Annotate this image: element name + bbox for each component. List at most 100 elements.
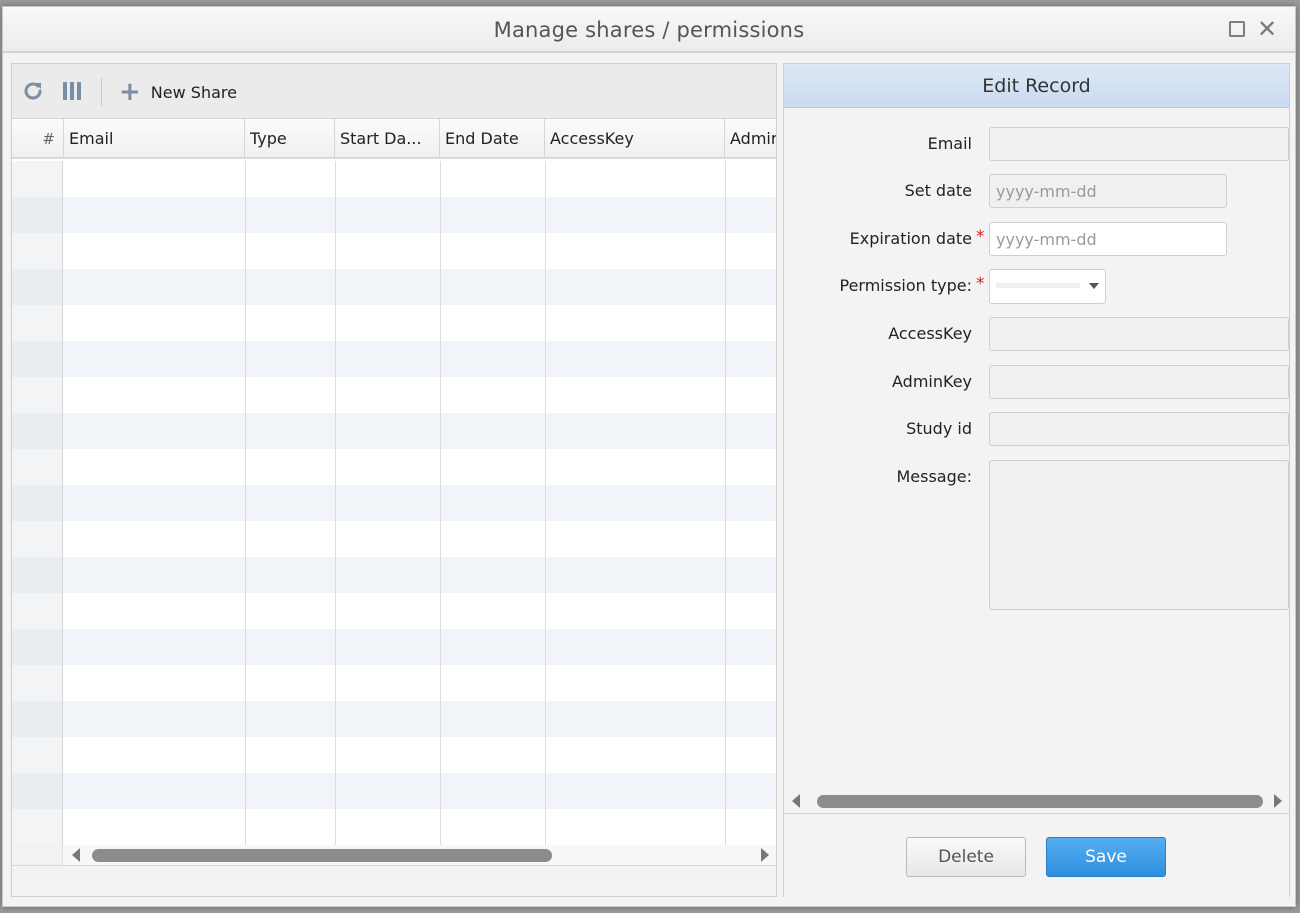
row-number-cell xyxy=(12,341,63,377)
row-number-cell xyxy=(12,269,63,305)
row-number-cell xyxy=(12,809,63,845)
table-row[interactable] xyxy=(12,485,776,521)
table-row[interactable] xyxy=(12,449,776,485)
table-row[interactable] xyxy=(12,521,776,557)
message-textarea[interactable] xyxy=(989,460,1289,610)
dialog-titlebar: Manage shares / permissions ✕ xyxy=(3,7,1295,53)
expiration-date-field[interactable]: yyyy-mm-dd xyxy=(989,222,1227,256)
column-header-email[interactable]: Email xyxy=(64,119,245,159)
row-number-cell xyxy=(12,773,63,809)
table-row[interactable] xyxy=(12,809,776,845)
column-divider xyxy=(725,161,726,845)
scroll-right-arrow-icon[interactable] xyxy=(761,848,769,862)
study-id-field[interactable] xyxy=(989,412,1289,446)
row-number-cell xyxy=(12,737,63,773)
column-divider xyxy=(245,161,246,845)
shares-grid: + New Share # Email Type Start Da... End… xyxy=(11,63,777,897)
column-divider xyxy=(545,161,546,845)
table-row[interactable] xyxy=(12,305,776,341)
table-row[interactable] xyxy=(12,629,776,665)
set-date-label: Set date xyxy=(904,181,972,200)
refresh-button[interactable] xyxy=(20,78,46,104)
adminkey-label: AdminKey xyxy=(892,372,972,391)
row-number-cell xyxy=(12,485,63,521)
toolbar-separator xyxy=(101,78,102,106)
column-header-start-date[interactable]: Start Da... xyxy=(335,119,440,159)
column-divider xyxy=(440,161,441,845)
column-header-type[interactable]: Type xyxy=(245,119,335,159)
row-number-cell xyxy=(12,593,63,629)
table-row[interactable] xyxy=(12,557,776,593)
maximize-button[interactable] xyxy=(1227,19,1247,39)
edit-panel-footer: Delete Save xyxy=(784,813,1289,898)
new-share-button[interactable]: + New Share xyxy=(119,78,237,106)
grid-toolbar: + New Share xyxy=(12,64,776,119)
edit-panel-title: Edit Record xyxy=(784,64,1289,108)
table-row[interactable] xyxy=(12,665,776,701)
table-row[interactable] xyxy=(12,773,776,809)
row-number-cell xyxy=(12,233,63,269)
scrollbar-thumb[interactable] xyxy=(92,849,552,862)
required-marker: * xyxy=(976,274,985,294)
permission-type-select[interactable] xyxy=(989,269,1106,304)
row-number-cell xyxy=(12,413,63,449)
edit-horizontal-scrollbar[interactable] xyxy=(784,790,1289,812)
accesskey-field[interactable] xyxy=(989,317,1289,351)
study-id-label: Study id xyxy=(906,419,972,438)
column-divider xyxy=(335,161,336,845)
plus-icon: + xyxy=(119,77,141,107)
grid-horizontal-scrollbar[interactable] xyxy=(12,845,776,865)
column-header-end-date[interactable]: End Date xyxy=(440,119,545,159)
refresh-icon xyxy=(24,82,42,100)
table-row[interactable] xyxy=(12,413,776,449)
table-row[interactable] xyxy=(12,593,776,629)
message-label: Message: xyxy=(896,467,972,486)
table-row[interactable] xyxy=(12,737,776,773)
grid-body xyxy=(12,161,776,845)
edit-record-panel: Edit Record Email Set date yyyy-mm-dd Ex… xyxy=(783,63,1290,898)
table-row[interactable] xyxy=(12,341,776,377)
table-row[interactable] xyxy=(12,377,776,413)
scrollbar-thumb[interactable] xyxy=(817,795,1263,808)
scroll-left-arrow-icon[interactable] xyxy=(72,848,80,862)
column-header-number[interactable]: # xyxy=(12,119,64,159)
column-header-accesskey[interactable]: AccessKey xyxy=(545,119,725,159)
email-label: Email xyxy=(927,134,972,153)
row-number-cell xyxy=(12,449,63,485)
row-number-cell xyxy=(12,197,63,233)
new-share-label: New Share xyxy=(150,82,237,102)
table-row[interactable] xyxy=(12,197,776,233)
delete-button[interactable]: Delete xyxy=(906,837,1026,877)
row-number-cell xyxy=(12,665,63,701)
scroll-left-arrow-icon[interactable] xyxy=(792,794,800,808)
close-button[interactable]: ✕ xyxy=(1256,15,1278,43)
row-number-cell xyxy=(12,557,63,593)
row-number-cell xyxy=(12,161,63,197)
grid-footer xyxy=(12,865,776,896)
adminkey-field[interactable] xyxy=(989,365,1289,399)
set-date-field[interactable]: yyyy-mm-dd xyxy=(989,174,1227,208)
save-button[interactable]: Save xyxy=(1046,837,1166,877)
row-number-cell xyxy=(12,521,63,557)
scroll-right-arrow-icon[interactable] xyxy=(1274,794,1282,808)
permission-type-label: Permission type: xyxy=(839,276,972,295)
table-row[interactable] xyxy=(12,233,776,269)
maximize-icon xyxy=(1229,21,1245,37)
email-field[interactable] xyxy=(989,127,1289,161)
table-row[interactable] xyxy=(12,269,776,305)
row-number-cell xyxy=(12,701,63,737)
columns-button[interactable] xyxy=(59,78,85,104)
grid-header: # Email Type Start Da... End Date Access… xyxy=(12,119,776,159)
table-row[interactable] xyxy=(12,701,776,737)
dialog-title: Manage shares / permissions xyxy=(493,18,805,42)
column-header-adminkey[interactable]: Admir xyxy=(725,119,776,159)
table-row[interactable] xyxy=(12,161,776,197)
permission-type-value xyxy=(996,283,1080,288)
close-icon: ✕ xyxy=(1256,15,1278,43)
chevron-down-icon xyxy=(1089,283,1099,289)
row-number-cell xyxy=(12,305,63,341)
accesskey-label: AccessKey xyxy=(888,324,972,343)
expiration-date-label: Expiration date xyxy=(849,229,972,248)
row-number-cell xyxy=(12,377,63,413)
required-marker: * xyxy=(976,227,985,247)
